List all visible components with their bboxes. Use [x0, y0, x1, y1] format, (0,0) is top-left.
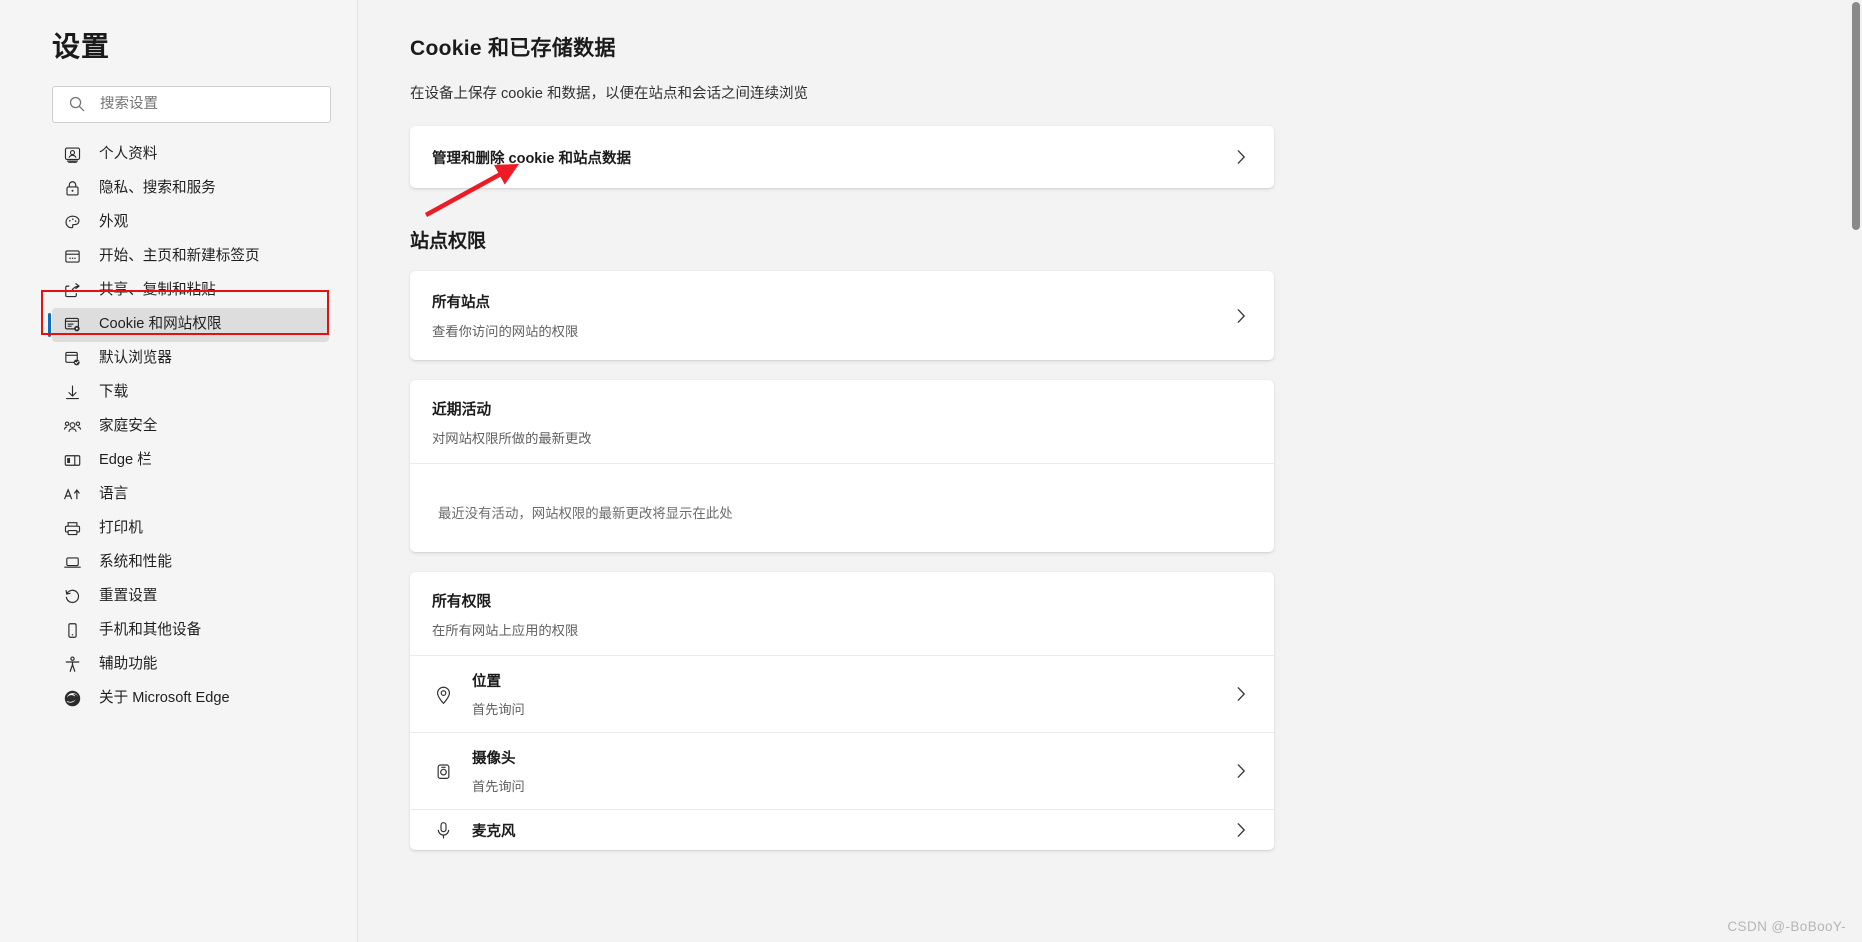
- palette-icon: [63, 213, 82, 232]
- sidebar-item-privacy-search-services[interactable]: 隐私、搜索和服务: [52, 172, 329, 206]
- accessibility-icon: [63, 655, 82, 674]
- search-icon: [68, 95, 86, 113]
- sidebar-item-label: 手机和其他设备: [99, 622, 202, 639]
- all-sites-row[interactable]: 所有站点 查看你访问的网站的权限: [410, 271, 1274, 360]
- chevron-right-icon: [1230, 819, 1252, 841]
- all-permissions-card: 所有权限 在所有网站上应用的权限 位置 首先询问 摄像头 首先询问 麦克风: [410, 572, 1274, 850]
- recent-activity-empty-message: 最近没有活动，网站权限的最新更改将显示在此处: [438, 506, 733, 521]
- chevron-right-icon: [1230, 305, 1252, 327]
- vertical-scrollbar-track[interactable]: [1850, 0, 1862, 942]
- permission-title: 位置: [472, 674, 501, 690]
- microphone-icon: [432, 819, 454, 841]
- share-icon: [63, 281, 82, 300]
- manage-cookies-label: 管理和删除 cookie 和站点数据: [432, 150, 631, 167]
- recent-activity-header: 近期活动 对网站权限所做的最新更改: [410, 380, 1274, 463]
- sidebar-item-reset-settings[interactable]: 重置设置: [52, 580, 329, 614]
- sidebar-item-accessibility[interactable]: 辅助功能: [52, 648, 329, 682]
- chevron-right-icon: [1230, 760, 1252, 782]
- sidebar-item-label: 辅助功能: [99, 656, 158, 673]
- family-icon: [63, 417, 82, 436]
- page-title: Cookie 和已存储数据: [410, 37, 616, 60]
- sidebar-item-label: 开始、主页和新建标签页: [99, 248, 260, 265]
- sidebar-item-label: 共享、复制和粘贴: [99, 282, 216, 299]
- sidebar-item-phone-other-devices[interactable]: 手机和其他设备: [52, 614, 329, 648]
- sidebar-item-label: 隐私、搜索和服务: [99, 180, 216, 197]
- chevron-right-icon: [1230, 146, 1252, 168]
- printer-icon: [63, 519, 82, 538]
- edge-bar-icon: [63, 451, 82, 470]
- permission-desc: 首先询问: [472, 702, 525, 717]
- manage-cookies-card[interactable]: 管理和删除 cookie 和站点数据: [410, 126, 1274, 188]
- sidebar-item-cookies-and-site-permissions[interactable]: Cookie 和网站权限: [48, 307, 329, 342]
- sidebar-item-default-browser[interactable]: 默认浏览器: [52, 342, 329, 376]
- settings-page: 设置 个人资料: [0, 0, 1862, 942]
- sidebar-item-label: 打印机: [99, 520, 143, 537]
- search-input[interactable]: [100, 96, 320, 113]
- sidebar-item-about-microsoft-edge[interactable]: 关于 Microsoft Edge: [52, 682, 329, 716]
- recent-activity-desc: 对网站权限所做的最新更改: [432, 431, 592, 446]
- sidebar-item-family-safety[interactable]: 家庭安全: [52, 410, 329, 444]
- sidebar-item-downloads[interactable]: 下载: [52, 376, 329, 410]
- all-sites-title: 所有站点: [432, 295, 490, 311]
- sidebar-item-edge-bar[interactable]: Edge 栏: [52, 444, 329, 478]
- vertical-scrollbar-thumb[interactable]: [1852, 2, 1860, 230]
- laptop-icon: [63, 553, 82, 572]
- sidebar-item-label: 下载: [99, 384, 129, 401]
- edge-logo-icon: [63, 689, 82, 708]
- sidebar-item-label: 重置设置: [99, 588, 158, 605]
- permission-desc: 首先询问: [472, 779, 525, 794]
- location-pin-icon: [432, 683, 454, 705]
- sidebar-item-system-performance[interactable]: 系统和性能: [52, 546, 329, 580]
- settings-nav-list: 个人资料 隐私、搜索和服务 外观 开始、主页和新建标签页 共享、复制和粘贴 Co…: [0, 138, 357, 716]
- all-permissions-desc: 在所有网站上应用的权限: [432, 623, 579, 638]
- all-permissions-header: 所有权限 在所有网站上应用的权限: [410, 572, 1274, 655]
- permission-row-location[interactable]: 位置 首先询问: [410, 656, 1274, 732]
- site-permissions-heading: 站点权限: [410, 231, 487, 252]
- sidebar-item-label: 外观: [99, 214, 129, 231]
- sidebar-item-label: 个人资料: [99, 146, 158, 163]
- sidebar-item-label: 默认浏览器: [99, 350, 172, 367]
- settings-sidebar: 设置 个人资料: [0, 0, 358, 942]
- sidebar-item-label: Edge 栏: [99, 452, 152, 469]
- sidebar-item-appearance[interactable]: 外观: [52, 206, 329, 240]
- all-permissions-title: 所有权限: [432, 594, 492, 610]
- browser-window-icon: [63, 247, 82, 266]
- settings-content: Cookie 和已存储数据 在设备上保存 cookie 和数据，以便在站点和会话…: [358, 0, 1862, 942]
- recent-activity-title: 近期活动: [432, 402, 492, 418]
- language-icon: [63, 485, 82, 504]
- sidebar-item-printers[interactable]: 打印机: [52, 512, 329, 546]
- sidebar-item-share-copy-paste[interactable]: 共享、复制和粘贴: [52, 274, 329, 308]
- recent-activity-card: 近期活动 对网站权限所做的最新更改 最近没有活动，网站权限的最新更改将显示在此处: [410, 380, 1274, 552]
- download-icon: [63, 383, 82, 402]
- all-sites-desc: 查看你访问的网站的权限: [432, 324, 579, 339]
- permission-title: 摄像头: [472, 751, 516, 767]
- sidebar-item-label: 语言: [99, 486, 129, 503]
- permission-row-camera[interactable]: 摄像头 首先询问: [410, 733, 1274, 809]
- sidebar-item-label: 家庭安全: [99, 418, 158, 435]
- search-settings-box[interactable]: [52, 85, 331, 123]
- watermark: CSDN @-BoBooY-: [1727, 919, 1846, 934]
- cookie-settings-icon: [63, 315, 82, 334]
- phone-icon: [63, 621, 82, 640]
- camera-icon: [432, 760, 454, 782]
- default-browser-icon: [63, 349, 82, 368]
- sidebar-item-languages[interactable]: 语言: [52, 478, 329, 512]
- permission-row-microphone[interactable]: 麦克风: [410, 810, 1274, 850]
- chevron-right-icon: [1230, 683, 1252, 705]
- profile-icon: [63, 145, 82, 164]
- sidebar-item-label: Cookie 和网站权限: [99, 316, 222, 333]
- page-subtitle: 在设备上保存 cookie 和数据，以便在站点和会话之间连续浏览: [410, 86, 808, 102]
- sidebar-item-startup-home-newtab[interactable]: 开始、主页和新建标签页: [52, 240, 329, 274]
- permission-title: 麦克风: [472, 823, 516, 840]
- sidebar-item-label: 系统和性能: [99, 554, 172, 571]
- page-heading: 设置: [52, 31, 111, 62]
- reset-icon: [63, 587, 82, 606]
- sidebar-item-label: 关于 Microsoft Edge: [99, 690, 230, 707]
- sidebar-item-profile[interactable]: 个人资料: [52, 138, 329, 172]
- manage-cookies-row[interactable]: 管理和删除 cookie 和站点数据: [410, 126, 1274, 188]
- lock-icon: [63, 179, 82, 198]
- all-sites-card[interactable]: 所有站点 查看你访问的网站的权限: [410, 271, 1274, 360]
